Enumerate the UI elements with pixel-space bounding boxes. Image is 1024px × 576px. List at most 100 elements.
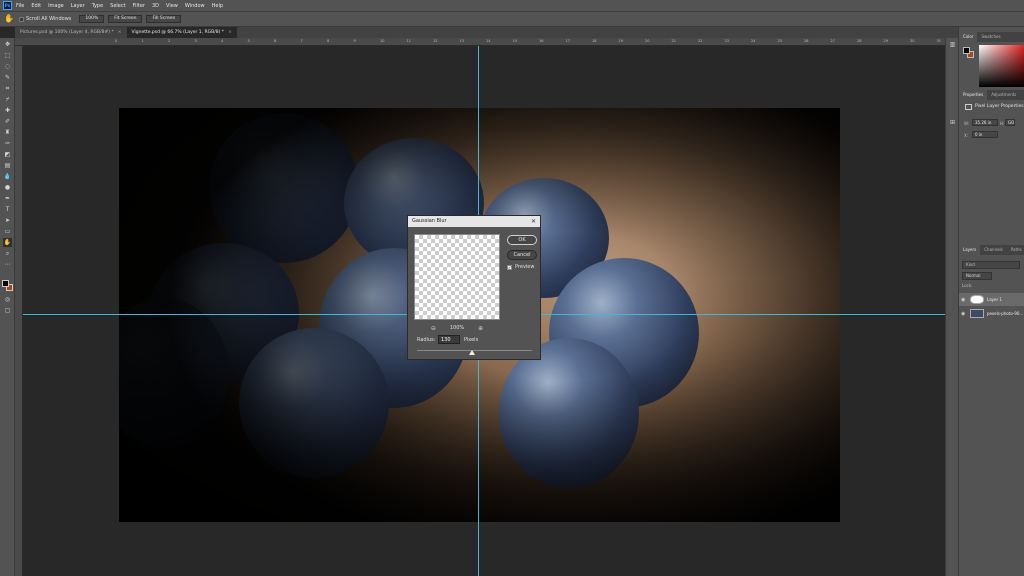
menu-layer[interactable]: Layer <box>71 3 85 9</box>
radius-unit: Pixels <box>464 337 479 343</box>
scroll-all-windows-label: Scroll All Windows <box>26 16 72 22</box>
ruler-tick-label: 3 <box>194 39 197 43</box>
marquee-tool-icon[interactable]: ⬚ <box>3 51 12 60</box>
close-icon[interactable]: ✕ <box>531 216 536 227</box>
eyedropper-tool-icon[interactable]: ⌿ <box>3 95 12 104</box>
ruler-tick-label: 9 <box>353 39 356 43</box>
link-dimensions-button[interactable]: GO <box>1005 119 1015 126</box>
foreground-color-swatch[interactable] <box>963 47 970 54</box>
ruler-tick-label: 25 <box>777 39 782 43</box>
tab-adjustments[interactable]: Adjustments <box>987 90 1020 100</box>
menu-edit[interactable]: Edit <box>31 3 41 9</box>
tab-pictures[interactable]: Pictures.psd @ 100% (Layer 4, RGB/8#) * … <box>15 27 127 38</box>
tab-color[interactable]: Color <box>959 32 978 42</box>
zoom-in-icon[interactable]: ⊕ <box>478 325 483 332</box>
close-icon[interactable]: × <box>118 27 122 38</box>
screen-mode-icon[interactable]: ▢ <box>3 306 12 315</box>
ruler-tick-label: 24 <box>751 39 756 43</box>
ruler-tick-label: 8 <box>327 39 330 43</box>
tab-channels[interactable]: Channels <box>980 245 1007 255</box>
quick-select-tool-icon[interactable]: ✎ <box>3 73 12 82</box>
blur-preview-window[interactable] <box>414 234 500 320</box>
hand-tool-icon[interactable]: ✋ <box>4 14 14 24</box>
type-tool-icon[interactable]: T <box>3 205 12 214</box>
height-label: H: <box>1000 121 1005 126</box>
cancel-button[interactable]: Cancel <box>507 250 537 260</box>
ruler-tick-label: 7 <box>300 39 303 43</box>
color-picker-field[interactable] <box>979 45 1024 87</box>
tab-layers[interactable]: Layers <box>959 245 981 255</box>
blend-mode-select[interactable]: Normal <box>962 272 992 280</box>
menu-filter[interactable]: Filter <box>133 3 145 9</box>
gaussian-blur-dialog: Gaussian Blur ✕ OK Cancel ✓ Preview ⊖ 10… <box>407 215 541 360</box>
ruler-tick-label: 21 <box>671 39 676 43</box>
ruler-vertical[interactable] <box>15 46 23 576</box>
layer-filter-kind[interactable]: Kind <box>962 261 1020 269</box>
ruler-tick-label: 10 <box>380 39 385 43</box>
layer-row[interactable]: ◉ pexels-photo-90... <box>959 307 1024 320</box>
layer-thumbnail <box>970 295 984 304</box>
tab-vignette[interactable]: Vignette.psd @ 66.7% (Layer 1, RGB/8) * … <box>126 27 237 38</box>
zoom-out-icon[interactable]: ⊖ <box>431 325 436 332</box>
blur-tool-icon[interactable]: 💧 <box>3 172 12 181</box>
ruler-tick-label: 15 <box>512 39 517 43</box>
menu-image[interactable]: Image <box>48 3 64 9</box>
menu-select[interactable]: Select <box>110 3 125 9</box>
menu-window[interactable]: Window <box>185 3 205 9</box>
menu-view[interactable]: View <box>166 3 178 9</box>
move-tool-icon[interactable]: ✥ <box>3 40 12 49</box>
fit-screen-button[interactable]: Fit Screen <box>108 15 143 23</box>
layer-thumbnail <box>970 309 984 318</box>
menu-file[interactable]: File <box>16 3 24 9</box>
quick-mask-icon[interactable]: ◎ <box>3 295 12 304</box>
width-field[interactable]: 35.26 in <box>972 119 998 126</box>
hand-tool-icon[interactable]: ✋ <box>3 238 12 247</box>
brush-panel-icon[interactable]: ⊞ <box>948 118 957 127</box>
tab-properties[interactable]: Properties <box>959 90 988 100</box>
more-tools-icon[interactable]: ⋯ <box>3 260 12 269</box>
layers-panel-tabs: Layers Channels Paths <box>959 245 1024 255</box>
close-icon[interactable]: × <box>228 27 232 38</box>
properties-panel-tabs: Properties Adjustments <box>959 90 1024 100</box>
layer-row[interactable]: ◉ Layer 1 <box>959 293 1024 306</box>
scroll-all-windows-checkbox[interactable] <box>19 16 24 22</box>
ok-button[interactable]: OK <box>507 235 537 245</box>
dodge-tool-icon[interactable]: ● <box>3 183 12 192</box>
x-field[interactable]: 0 in <box>972 131 998 138</box>
dialog-title-bar[interactable]: Gaussian Blur ✕ <box>408 216 540 227</box>
layer-name: pexels-photo-90... <box>987 311 1023 316</box>
radius-input[interactable] <box>438 335 460 344</box>
tab-paths[interactable]: Paths <box>1007 245 1024 255</box>
crop-tool-icon[interactable]: ⌗ <box>3 84 12 93</box>
path-selection-tool-icon[interactable]: ➤ <box>3 216 12 225</box>
healing-brush-tool-icon[interactable]: ✚ <box>3 106 12 115</box>
lasso-tool-icon[interactable]: ◌ <box>3 62 12 71</box>
ruler-horizontal[interactable]: 0 1 2 3 4 5 6 7 8 9 10 11 12 13 14 15 16 17 18 19 20 21 22 23 24… <box>15 38 958 46</box>
eraser-tool-icon[interactable]: ◩ <box>3 150 12 159</box>
preview-zoom-controls: ⊖ 100% ⊕ <box>414 324 500 332</box>
zoom-100-button[interactable]: 100% <box>79 15 105 23</box>
fill-screen-button[interactable]: Fill Screen <box>146 15 182 23</box>
zoom-tool-icon[interactable]: ⌕ <box>3 249 12 258</box>
pen-tool-icon[interactable]: ✒ <box>3 194 12 203</box>
eye-icon[interactable]: ◉ <box>961 311 967 317</box>
menu-3d[interactable]: 3D <box>152 3 159 9</box>
eye-icon[interactable]: ◉ <box>961 297 967 303</box>
rectangle-tool-icon[interactable]: ▭ <box>3 227 12 236</box>
ruler-tick-label: 13 <box>459 39 464 43</box>
color-panel-tabs: Color Swatches <box>959 32 1024 42</box>
history-brush-tool-icon[interactable]: ✑ <box>3 139 12 148</box>
tab-swatches[interactable]: Swatches <box>977 32 1004 42</box>
tab-label: Pictures.psd @ 100% (Layer 4, RGB/8#) * <box>20 30 114 35</box>
radius-slider-thumb[interactable] <box>469 350 475 355</box>
preview-checkbox[interactable]: ✓ <box>507 265 512 270</box>
foreground-color-swatch[interactable] <box>2 280 9 287</box>
width-label: W: <box>964 121 970 126</box>
gradient-tool-icon[interactable]: ▤ <box>3 161 12 170</box>
history-panel-icon[interactable]: ▥ <box>948 40 957 49</box>
ruler-tick-label: 5 <box>247 39 250 43</box>
brush-tool-icon[interactable]: ✐ <box>3 117 12 126</box>
clone-stamp-tool-icon[interactable]: ♜ <box>3 128 12 137</box>
menu-type[interactable]: Type <box>92 3 103 9</box>
menu-help[interactable]: Help <box>212 3 223 9</box>
